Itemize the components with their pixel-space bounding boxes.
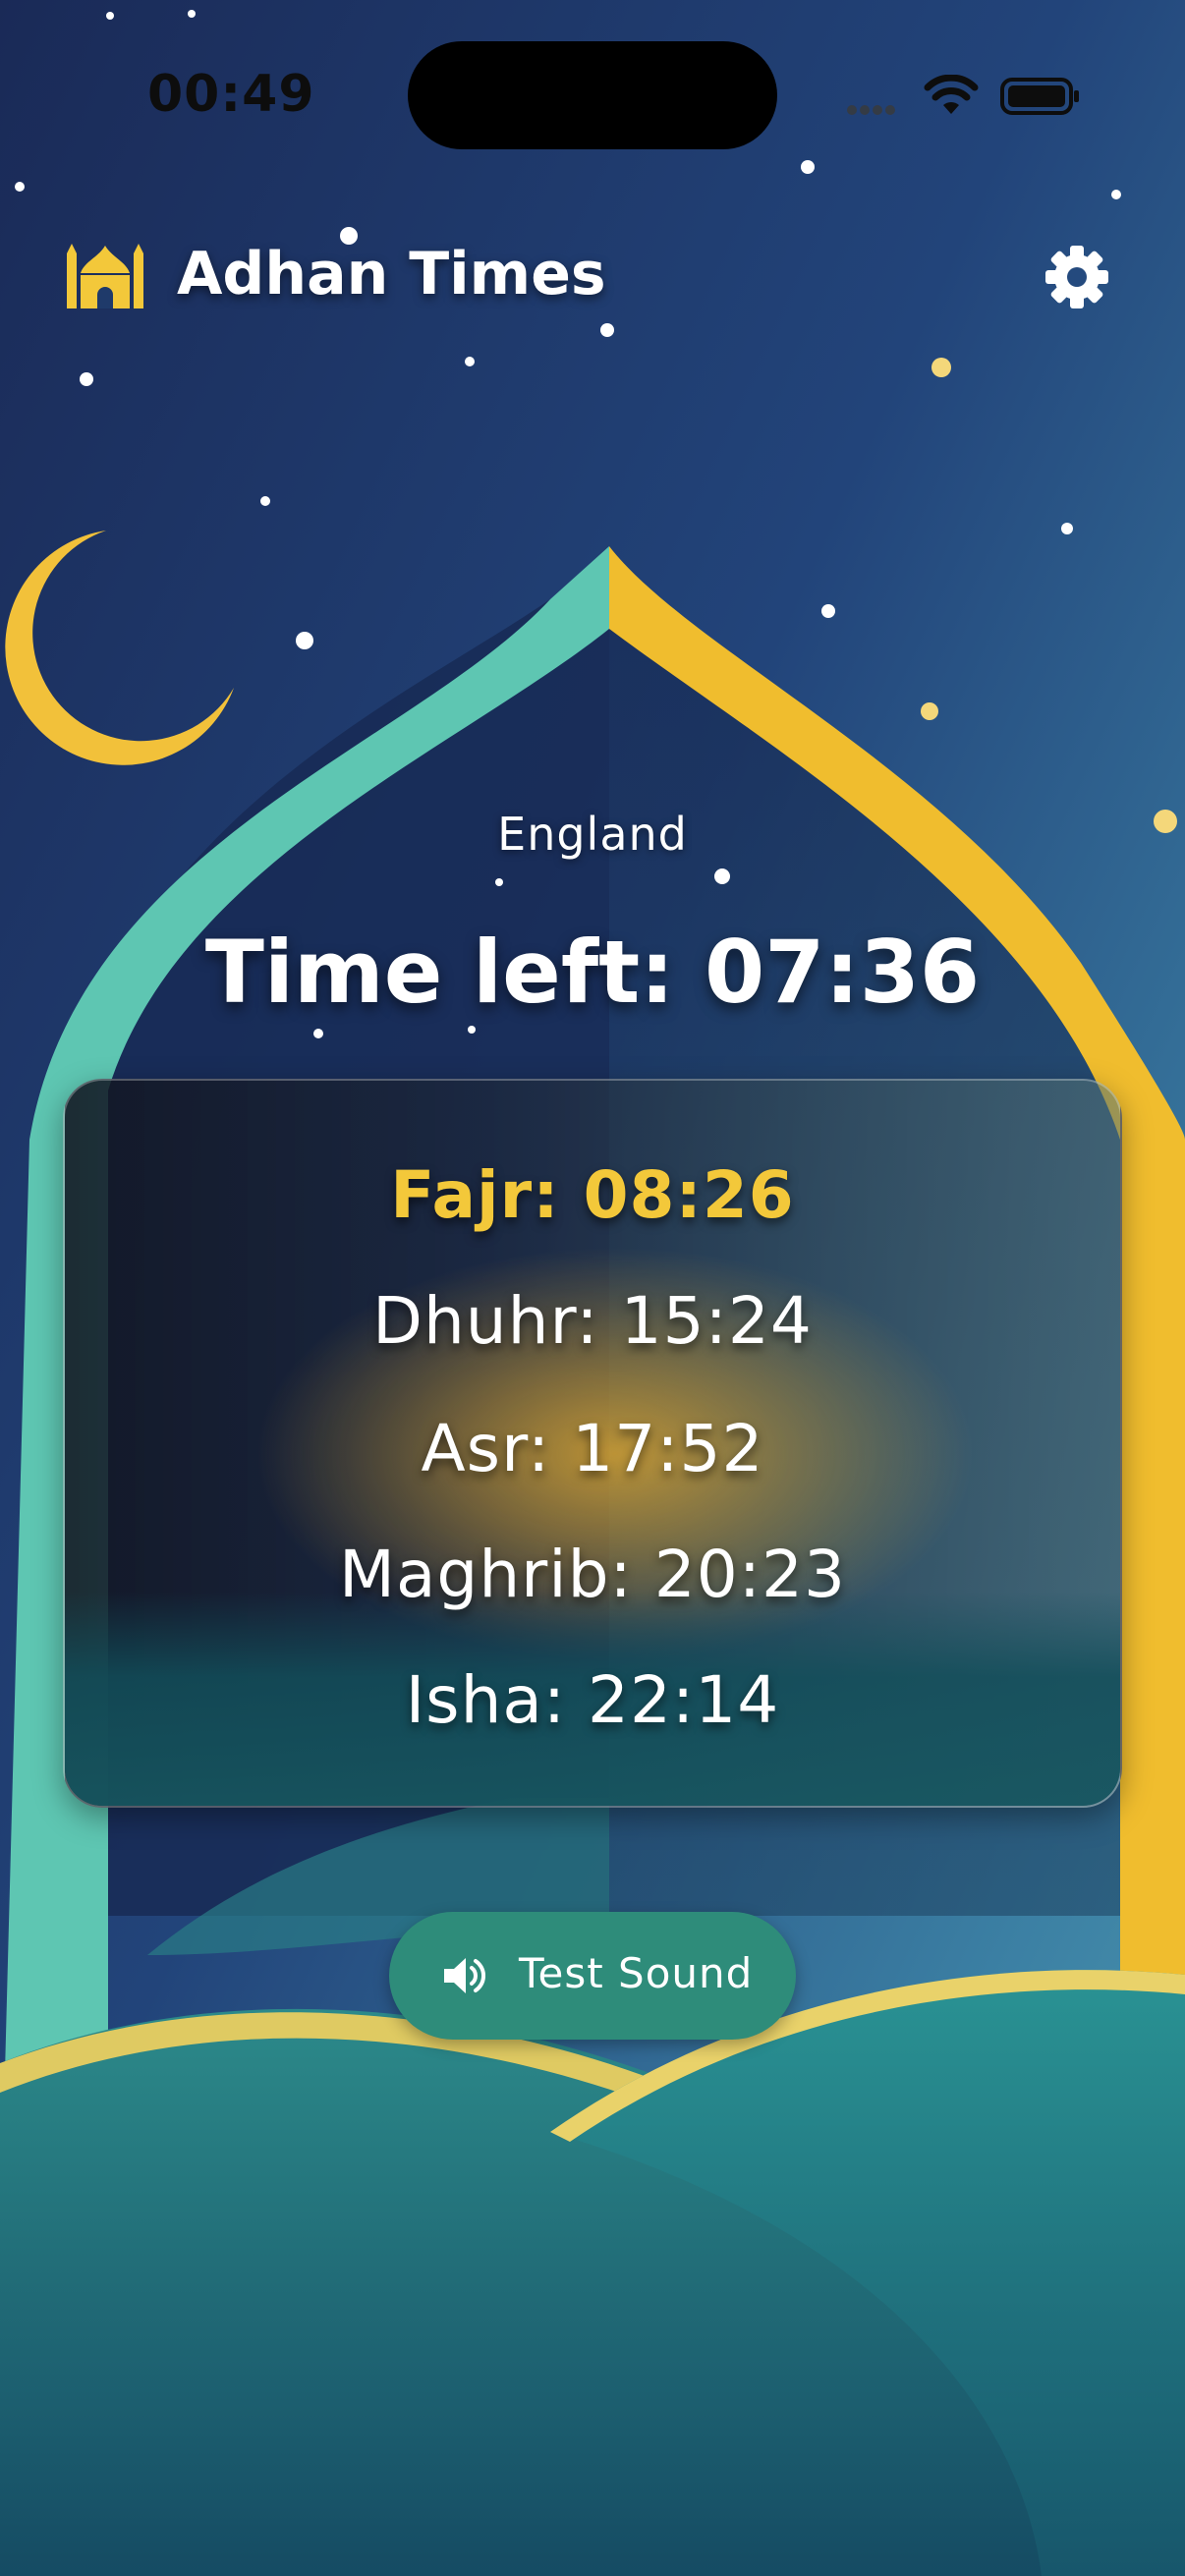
cellular-signal-icon: [847, 100, 898, 119]
test-sound-label: Test Sound: [519, 1949, 754, 1997]
mosque-icon: [67, 244, 143, 308]
app-title: Adhan Times: [177, 240, 606, 308]
gear-icon[interactable]: [1044, 244, 1110, 310]
prayer-maghrib: Maghrib: 20:23: [339, 1537, 846, 1612]
prayer-dhuhr: Dhuhr: 15:24: [372, 1283, 813, 1359]
prayer-times-card: Fajr: 08:26 Dhuhr: 15:24 Asr: 17:52 Magh…: [63, 1079, 1122, 1808]
countdown-text: Time left: 07:36: [204, 922, 981, 1023]
prayer-isha: Isha: 22:14: [405, 1662, 780, 1738]
prayer-asr: Asr: 17:52: [421, 1411, 764, 1486]
battery-icon: [1000, 78, 1079, 115]
wifi-icon: [924, 75, 979, 114]
location-label: England: [497, 808, 688, 861]
status-time: 00:49: [147, 65, 315, 124]
test-sound-button[interactable]: Test Sound: [389, 1912, 796, 2040]
prayer-fajr: Fajr: 08:26: [390, 1157, 795, 1233]
speaker-icon: [444, 1958, 485, 1993]
dynamic-island: [408, 41, 777, 149]
